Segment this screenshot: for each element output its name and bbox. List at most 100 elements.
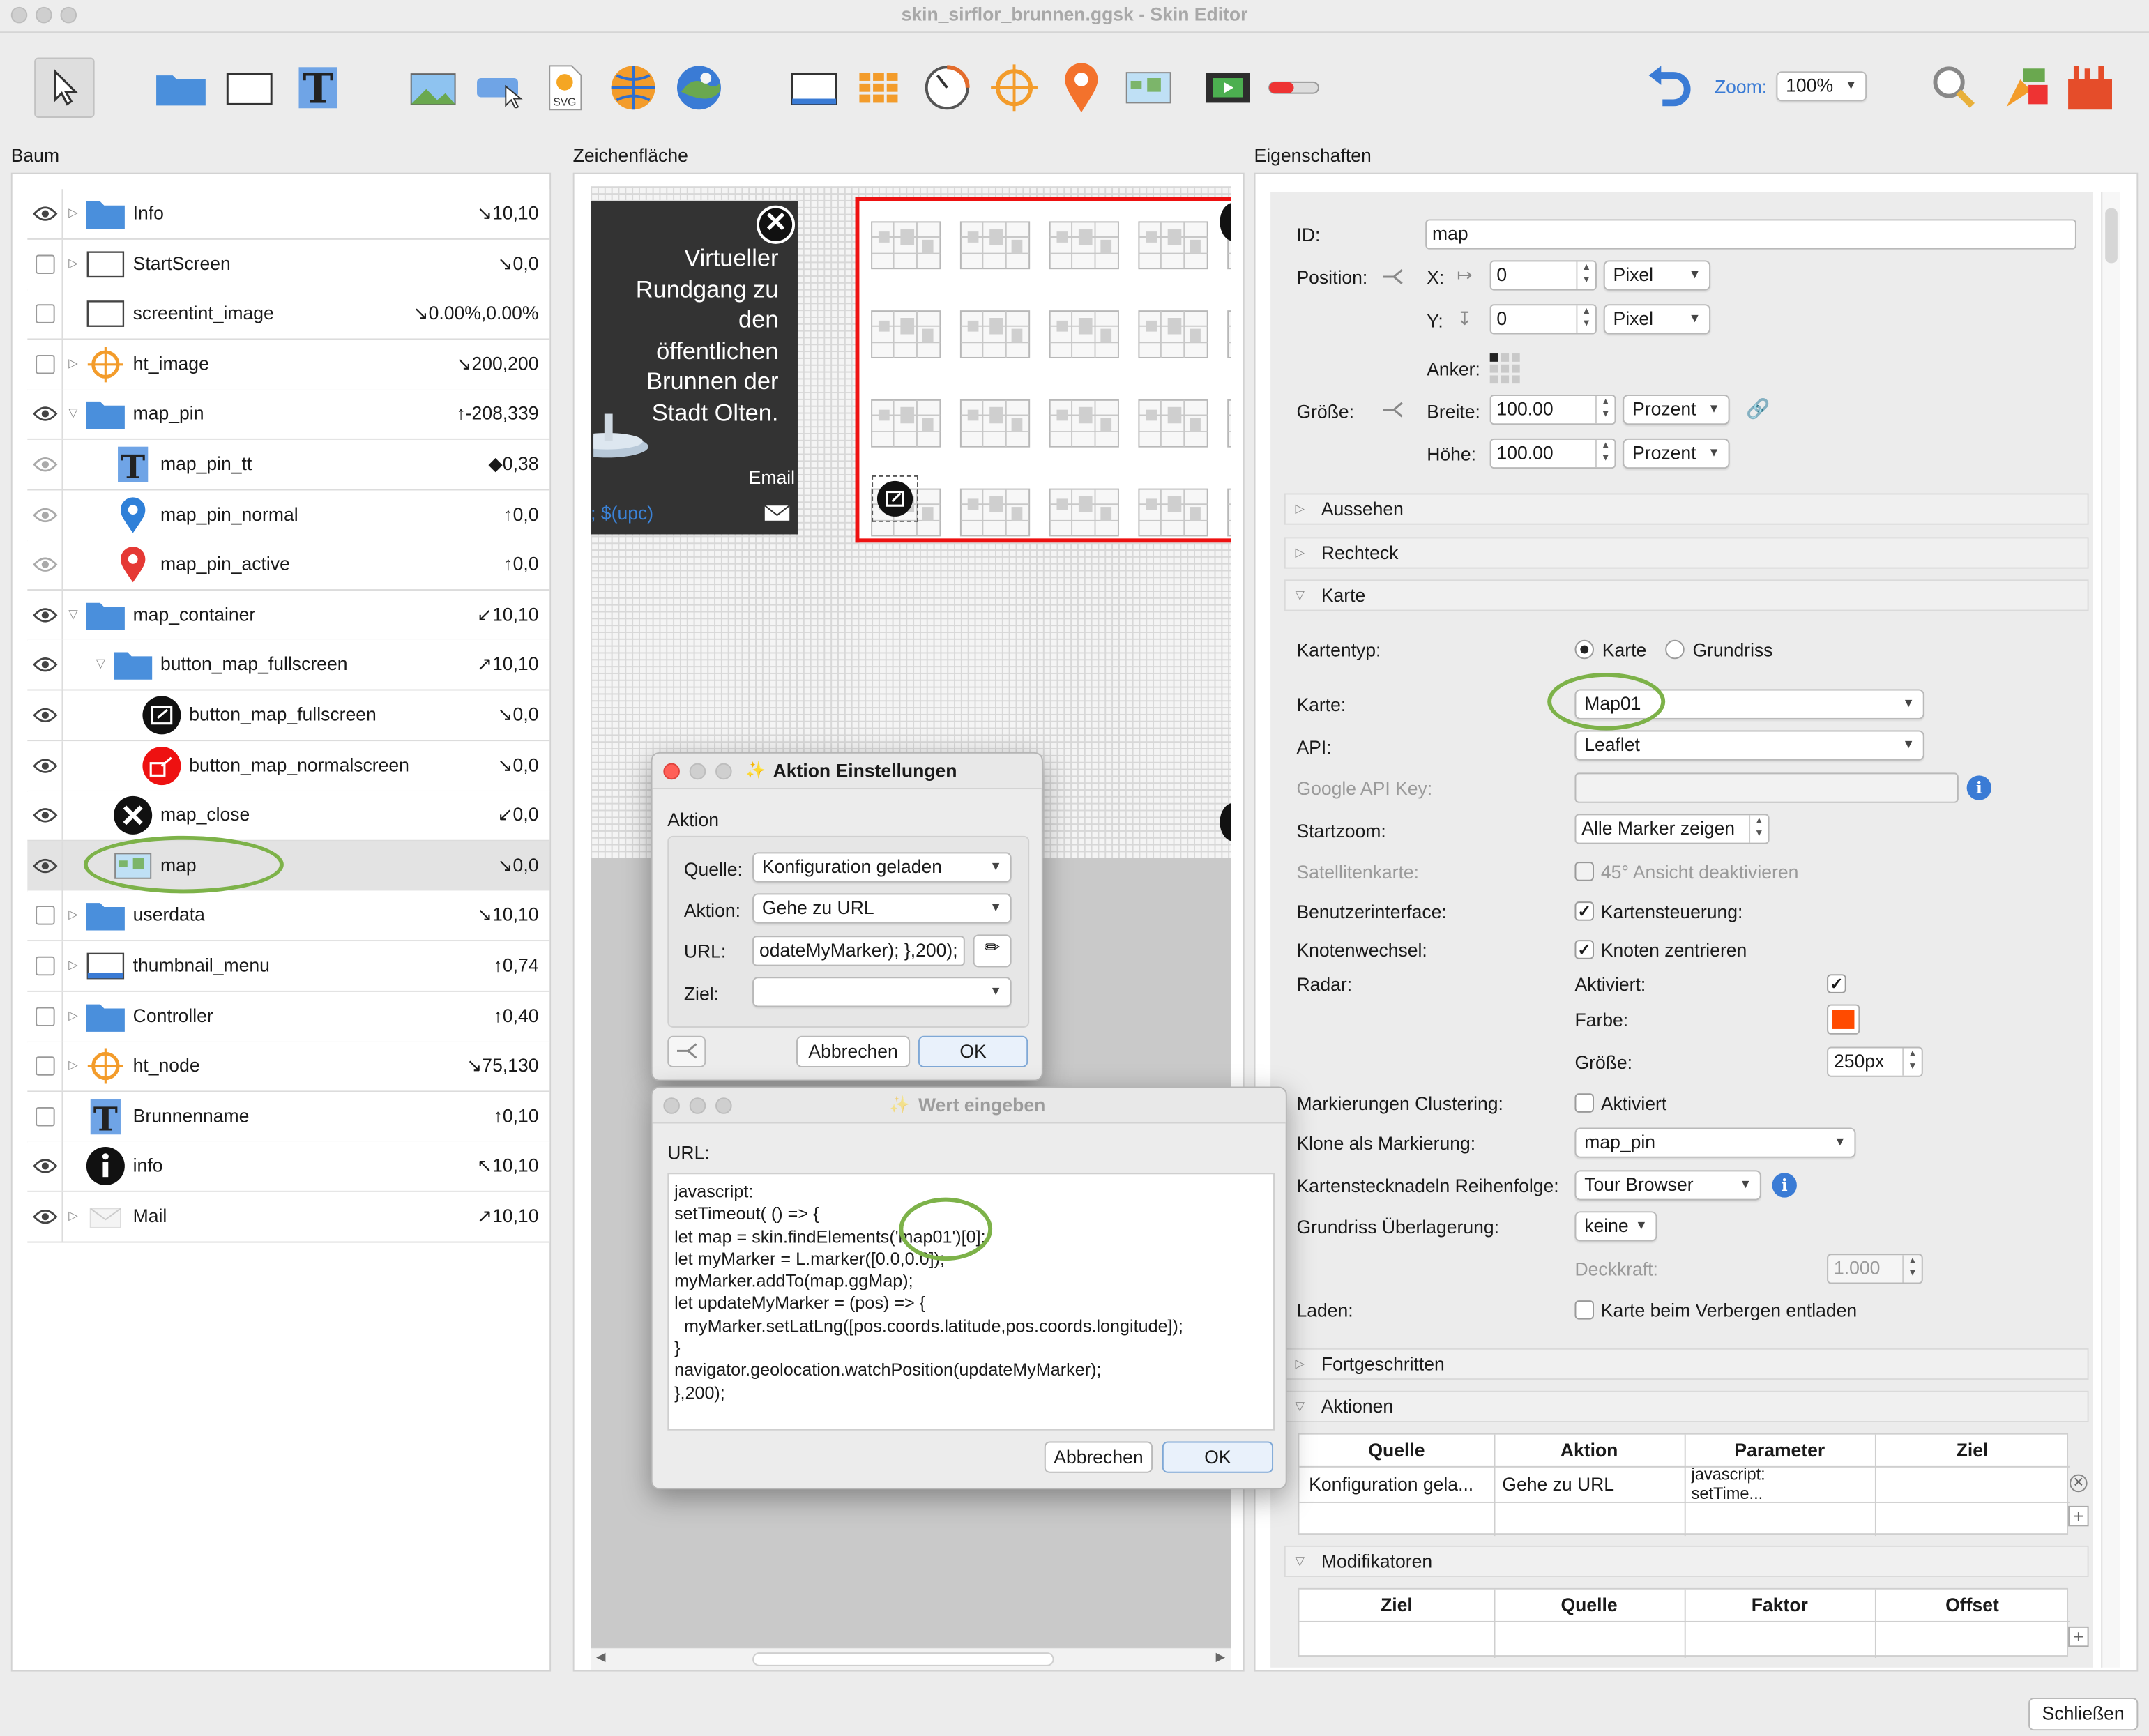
- visibility-checkbox[interactable]: [35, 354, 54, 374]
- visibility-toggle[interactable]: [27, 1041, 63, 1091]
- x-spinner[interactable]: ▲ ▼: [1576, 261, 1595, 289]
- visibility-checkbox[interactable]: [35, 1106, 54, 1127]
- visibility-toggle[interactable]: [27, 439, 63, 489]
- load-checkbox[interactable]: [1574, 1300, 1594, 1320]
- select-tool-button[interactable]: [34, 57, 95, 119]
- add-container-button[interactable]: [151, 58, 211, 118]
- eye-icon[interactable]: [32, 456, 57, 473]
- preview-button[interactable]: [1924, 58, 1984, 118]
- visibility-toggle[interactable]: [27, 289, 63, 339]
- y-spinner[interactable]: ▲ ▼: [1576, 305, 1595, 333]
- eye-icon[interactable]: [32, 707, 57, 724]
- skin-settings-button[interactable]: [1996, 58, 2056, 118]
- ui-checkbox[interactable]: ✓: [1574, 901, 1594, 921]
- visibility-toggle[interactable]: [27, 1091, 63, 1141]
- link-button[interactable]: [667, 1035, 706, 1067]
- section-fortgeschritten[interactable]: ▷ Fortgeschritten: [1284, 1348, 2089, 1380]
- radar-size-input[interactable]: 250px ▲ ▼: [1827, 1046, 1923, 1077]
- radar-color-swatch[interactable]: [1827, 1004, 1860, 1035]
- add-button-button[interactable]: [469, 58, 529, 118]
- anchor-grid[interactable]: [1489, 353, 1520, 384]
- visibility-toggle[interactable]: [27, 991, 63, 1041]
- visibility-toggle[interactable]: [27, 690, 63, 740]
- height-spinner[interactable]: ▲ ▼: [1595, 439, 1615, 468]
- eye-icon[interactable]: [32, 657, 57, 673]
- tree-row[interactable]: ▷ Controller ↑0,40: [27, 991, 550, 1042]
- expand-right-icon[interactable]: ▷: [68, 206, 78, 221]
- y-input[interactable]: 0 ▲ ▼: [1489, 304, 1597, 335]
- tree-row[interactable]: ▽ button_map_fullscreen ↗10,10: [27, 640, 550, 692]
- zoom-dialog-button[interactable]: [715, 1097, 732, 1114]
- eye-icon[interactable]: [32, 807, 57, 824]
- mail-icon[interactable]: [764, 500, 791, 521]
- tree-row[interactable]: ▽ map_pin ↑-208,339: [27, 389, 550, 441]
- tree-row[interactable]: ▷ ht_node ↘75,130: [27, 1041, 550, 1092]
- map-element-preview[interactable]: [855, 197, 1231, 543]
- order-select[interactable]: Tour Browser ▼: [1574, 1170, 1761, 1201]
- tree-row[interactable]: screentint_image ↘0.00%,0.00%: [27, 289, 550, 340]
- add-hotspot-button[interactable]: [984, 58, 1044, 118]
- action-ok-button[interactable]: OK: [918, 1035, 1028, 1067]
- tree-row[interactable]: ▷ thumbnail_menu ↑0,74: [27, 941, 550, 992]
- section-aussehen[interactable]: ▷ Aussehen: [1284, 493, 2089, 525]
- tree-row[interactable]: ▷ ht_image ↘200,200: [27, 339, 550, 390]
- add-modifier-icon[interactable]: +: [2068, 1626, 2089, 1647]
- visibility-toggle[interactable]: [27, 389, 63, 439]
- expand-right-icon[interactable]: ▷: [68, 958, 78, 973]
- visibility-checkbox[interactable]: [35, 1006, 54, 1026]
- actions-header-quelle[interactable]: Quelle: [1299, 1440, 1494, 1461]
- eye-icon[interactable]: [32, 556, 57, 573]
- expand-down-icon[interactable]: ▽: [68, 406, 78, 421]
- overlay-select[interactable]: keine ▼: [1574, 1211, 1657, 1242]
- x-unit-select[interactable]: Pixel ▼: [1603, 260, 1711, 291]
- eye-icon[interactable]: [32, 506, 57, 523]
- actions-cell-aktion[interactable]: Gehe zu URL: [1502, 1475, 1614, 1495]
- visibility-checkbox[interactable]: [35, 906, 54, 926]
- add-cloner-button[interactable]: [850, 58, 910, 118]
- visibility-toggle[interactable]: [27, 489, 63, 540]
- tree-row[interactable]: ▷ Info ↘10,10: [27, 189, 550, 240]
- modifiers-header-ziel[interactable]: Ziel: [1299, 1595, 1494, 1615]
- visibility-checkbox[interactable]: [35, 304, 54, 324]
- scroll-right-icon[interactable]: ▶: [1216, 1650, 1226, 1665]
- section-rechteck[interactable]: ▷ Rechteck: [1284, 537, 2089, 569]
- eye-icon[interactable]: [32, 1208, 57, 1225]
- target-select[interactable]: ▼: [752, 977, 1012, 1007]
- visibility-toggle[interactable]: [27, 239, 63, 289]
- source-select[interactable]: Konfiguration geladen ▼: [752, 852, 1012, 883]
- add-map-pin-button[interactable]: [1051, 58, 1111, 118]
- remove-action-icon[interactable]: ✕: [2070, 1474, 2088, 1493]
- x-input[interactable]: 0 ▲ ▼: [1489, 260, 1597, 291]
- properties-scrollbar[interactable]: [2101, 192, 2120, 1668]
- minimize-dialog-button[interactable]: [689, 1097, 706, 1114]
- tree-row[interactable]: Tmap_pin_tt ◆0,38: [27, 439, 550, 491]
- action-select[interactable]: Gehe zu URL ▼: [752, 893, 1012, 924]
- canvas-hscroll-thumb[interactable]: [752, 1652, 1054, 1666]
- actions-cell-quelle[interactable]: Konfiguration gela...: [1309, 1475, 1473, 1495]
- tree-row[interactable]: T Brunnenname ↑0,10: [27, 1091, 550, 1143]
- map-type-map-radio[interactable]: [1574, 639, 1594, 660]
- add-video-frame-button[interactable]: [784, 58, 844, 118]
- value-ok-button[interactable]: OK: [1162, 1441, 1274, 1473]
- section-karte[interactable]: ▽ Karte: [1284, 579, 2089, 611]
- tree-row[interactable]: ▽ map_container ↙10,10: [27, 590, 550, 641]
- expand-right-icon[interactable]: ▷: [68, 256, 78, 271]
- modifiers-header-quelle[interactable]: Quelle: [1494, 1595, 1685, 1615]
- tree-row[interactable]: info ↖10,10: [27, 1141, 550, 1193]
- undo-button[interactable]: [1639, 58, 1699, 118]
- visibility-toggle[interactable]: [27, 590, 63, 640]
- visibility-toggle[interactable]: [27, 640, 63, 690]
- eye-icon[interactable]: [32, 757, 57, 774]
- visibility-toggle[interactable]: [27, 339, 63, 389]
- chain-link-icon[interactable]: 🔗: [1746, 397, 1770, 420]
- clustering-checkbox[interactable]: [1574, 1093, 1594, 1113]
- id-input[interactable]: map: [1425, 219, 2076, 250]
- info-icon[interactable]: i: [1966, 775, 1992, 800]
- close-button[interactable]: Schließen: [2028, 1698, 2139, 1731]
- add-svg-button[interactable]: SVG: [535, 58, 595, 118]
- actions-cell-parameter[interactable]: javascript: setTime...: [1692, 1465, 1765, 1500]
- eye-icon[interactable]: [32, 406, 57, 422]
- fullscreen-button-preview[interactable]: [872, 475, 918, 522]
- radar-size-spinner[interactable]: ▲ ▼: [1902, 1048, 1922, 1076]
- tree-row[interactable]: button_map_normalscreen ↘0,0: [27, 740, 550, 792]
